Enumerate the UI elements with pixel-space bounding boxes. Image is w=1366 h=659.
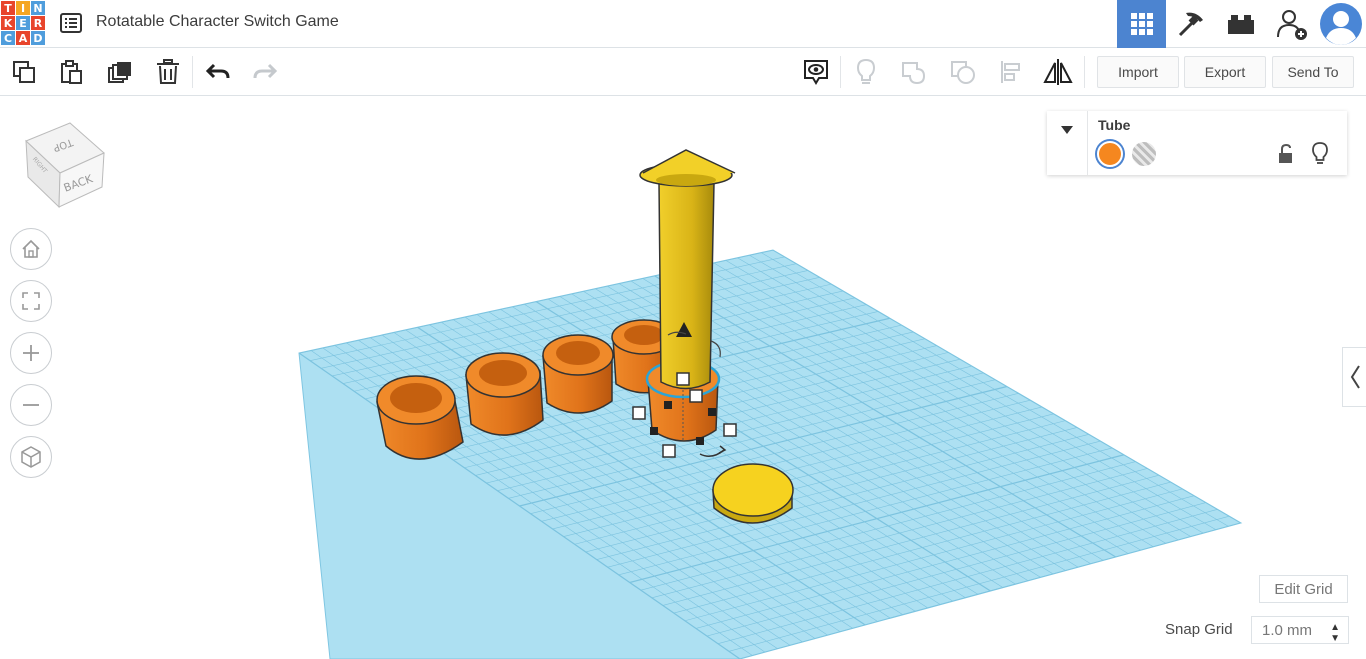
redo-button[interactable] (249, 56, 281, 88)
edit-toolbar: Import Export Send To (0, 48, 1366, 96)
chevron-left-icon (1350, 365, 1360, 389)
perspective-icon (21, 446, 41, 468)
toolbar-separator (840, 56, 841, 88)
yellow-disc[interactable] (712, 463, 794, 524)
inspector-collapse-button[interactable] (1047, 111, 1088, 175)
lock-button[interactable] (1275, 142, 1297, 166)
align-icon (1001, 61, 1020, 83)
snap-grid-label: Snap Grid (1165, 621, 1233, 638)
tinkercad-logo[interactable]: TIN KER CAD (0, 0, 46, 46)
workplane-viewport[interactable]: TOP BACK RIGHT Edit Grid Snap Grid 1.0 m… (0, 97, 1366, 659)
delete-button[interactable] (152, 56, 184, 88)
solid-color-swatch[interactable] (1097, 141, 1123, 167)
shapes-panel-toggle[interactable] (1342, 347, 1366, 407)
align-button[interactable] (995, 56, 1027, 88)
shape-inspector: Tube (1047, 111, 1347, 175)
logo-letter: A (16, 31, 30, 45)
group-icon (902, 62, 926, 85)
logo-letter: N (31, 1, 45, 15)
caret-icon: ▲ ▼ (1330, 622, 1340, 644)
design-list-icon[interactable] (59, 11, 83, 35)
orange-tube[interactable] (376, 375, 464, 460)
orange-tube[interactable] (465, 352, 544, 436)
logo-letter: I (16, 1, 30, 15)
paste-icon (61, 60, 82, 84)
copy-icon (13, 61, 35, 83)
logo-letter: D (31, 31, 45, 45)
bricks-icon (1227, 15, 1254, 34)
paste-button[interactable] (55, 56, 87, 88)
lightbulb-icon (1312, 142, 1328, 164)
snap-grid-select[interactable]: 1.0 mm ▲ ▼ (1251, 616, 1349, 644)
top-bar: TIN KER CAD Rotatable Character Switch Gam… (0, 0, 1366, 48)
toolbar-separator (1084, 56, 1085, 88)
shape-name[interactable]: Tube (1098, 117, 1130, 133)
ungroup-button[interactable] (947, 56, 979, 88)
caret-down-icon (1061, 126, 1073, 134)
zoom-out-icon (23, 404, 39, 406)
visibility-button[interactable] (1309, 141, 1331, 167)
pickaxe-icon (1178, 12, 1203, 37)
snap-grid-value: 1.0 mm (1262, 621, 1313, 639)
copy-button[interactable] (8, 56, 40, 88)
avatar-icon (1320, 3, 1362, 45)
trash-icon (157, 59, 179, 84)
redo-icon (253, 63, 278, 79)
home-icon (22, 239, 40, 258)
add-user-icon (1276, 10, 1307, 40)
undo-icon (205, 63, 230, 79)
speech-eye-icon (804, 60, 828, 85)
logo-letter: R (31, 16, 45, 30)
minecraft-button[interactable] (1166, 0, 1215, 48)
zoom-out-button[interactable] (10, 384, 52, 426)
logo-letter: K (1, 16, 15, 30)
bricks-button[interactable] (1216, 0, 1265, 48)
invite-user-button[interactable] (1267, 0, 1316, 48)
3d-design-grid-icon (1130, 13, 1153, 35)
mirror-icon (1043, 59, 1073, 85)
export-button[interactable]: Export (1184, 56, 1266, 88)
zoom-in-button[interactable] (10, 332, 52, 374)
send-to-button[interactable]: Send To (1272, 56, 1354, 88)
duplicate-button[interactable] (104, 56, 136, 88)
undo-button[interactable] (202, 56, 234, 88)
edit-grid-button[interactable]: Edit Grid (1259, 575, 1348, 603)
logo-letter: E (16, 16, 30, 30)
group-button[interactable] (898, 56, 930, 88)
fit-view-button[interactable] (10, 280, 52, 322)
user-avatar[interactable] (1318, 2, 1364, 46)
view-cube[interactable]: TOP BACK RIGHT (22, 117, 108, 209)
toolbar-separator (192, 56, 193, 88)
zoom-in-icon (23, 345, 39, 361)
import-button[interactable]: Import (1097, 56, 1179, 88)
lightbulb-icon (856, 58, 876, 84)
tinkercad-app: TIN KER CAD Rotatable Character Switch Gam… (0, 0, 1366, 659)
3d-scene[interactable] (0, 97, 1366, 659)
mirror-button[interactable] (1042, 56, 1074, 88)
logo-letter: C (1, 31, 15, 45)
home-view-button[interactable] (10, 228, 52, 270)
design-title[interactable]: Rotatable Character Switch Game (96, 13, 339, 31)
3d-design-button[interactable] (1117, 0, 1166, 48)
ungroup-icon (951, 61, 975, 84)
unlock-icon (1279, 143, 1292, 163)
notes-button[interactable] (800, 56, 832, 88)
perspective-button[interactable] (10, 436, 52, 478)
fit-view-icon (22, 292, 40, 310)
orange-tube[interactable] (542, 334, 614, 414)
show-all-button[interactable] (850, 56, 882, 88)
hole-swatch[interactable] (1132, 142, 1156, 166)
duplicate-icon (108, 62, 131, 83)
logo-letter: T (1, 1, 15, 15)
